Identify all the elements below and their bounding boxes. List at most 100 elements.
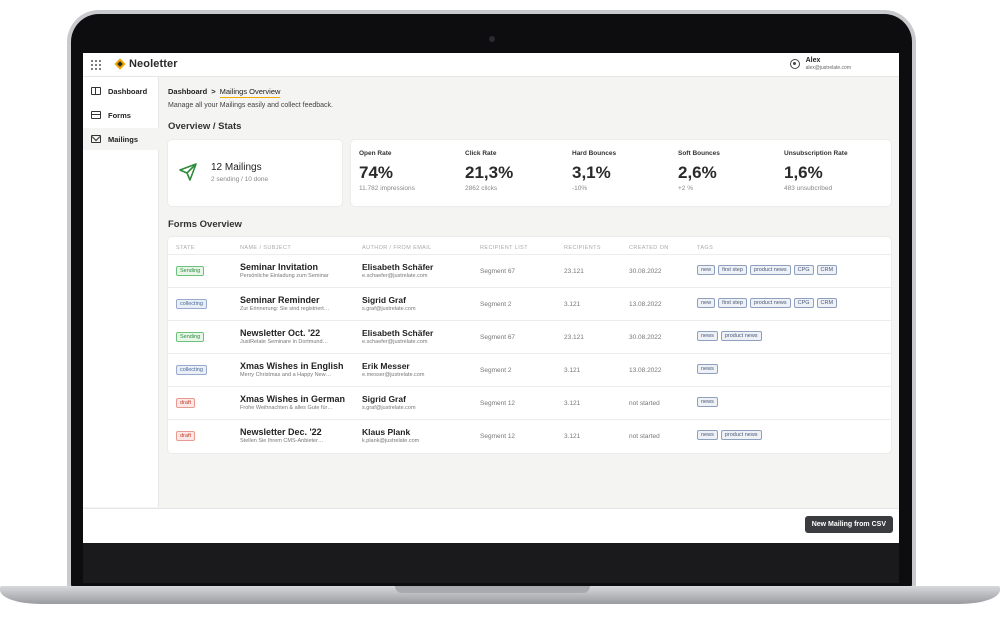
table-row[interactable]: Sending Seminar Invitation Persönliche Ein…: [168, 254, 891, 287]
tag-badge[interactable]: new: [697, 265, 716, 275]
author-email: k.plank@justrelate.com: [362, 438, 420, 444]
tag-badge[interactable]: first step: [718, 265, 747, 275]
stat-label: Soft Bounces: [678, 150, 720, 157]
stat-sub: 2862 clicks: [465, 185, 498, 192]
table-row[interactable]: Sending Newsletter Oct. '22 JustRelate Sem…: [168, 320, 891, 353]
mailing-name[interactable]: Newsletter Dec. '22 Stellen Sie Ihrem CMS…: [240, 427, 358, 444]
tag-badge[interactable]: new: [697, 298, 716, 308]
tag-badge[interactable]: product news: [749, 265, 791, 275]
logo[interactable]: Neoletter: [115, 58, 178, 70]
mailing-subject: Zur Erinnerung: Sie sind registriert…: [240, 306, 330, 312]
author-email: s.graf@justrelate.com: [362, 405, 416, 411]
stat-value: 1,6%: [784, 163, 823, 182]
table-row[interactable]: collecting Xmas Wishes in English Merry Ch…: [168, 353, 891, 386]
tag-badge[interactable]: CPG: [793, 298, 814, 308]
status-badge: collecting: [176, 299, 207, 309]
mailing-title: Seminar Reminder: [240, 295, 320, 305]
column-header[interactable]: CREATED ON: [629, 245, 669, 251]
stat-sub: -10%: [572, 185, 588, 192]
column-header[interactable]: NAME / SUBJECT: [240, 245, 291, 251]
send-icon: [179, 163, 197, 181]
status-badge: collecting: [176, 365, 207, 375]
tag-badge[interactable]: product news: [720, 331, 762, 341]
tag-badge[interactable]: news: [697, 331, 718, 341]
mailings-table: STATE NAME / SUBJECT AUTHOR / FROM EMAIL…: [168, 237, 891, 453]
mailing-author: Sigrid Graf s.graf@justrelate.com: [362, 394, 477, 411]
mailing-name[interactable]: Newsletter Oct. '22 JustRelate Seminare i…: [240, 328, 358, 345]
mailing-name[interactable]: Xmas Wishes in English Merry Christmas an…: [240, 361, 358, 378]
tag-list: news: [697, 364, 718, 374]
tag-badge[interactable]: CPG: [793, 265, 814, 275]
sidebar-item-forms[interactable]: Forms: [83, 104, 159, 126]
user-menu[interactable]: Alex alex@justrelate.com: [789, 57, 851, 71]
mail-icon: [91, 135, 101, 143]
tag-badge[interactable]: CRM: [816, 298, 838, 308]
column-header[interactable]: STATE: [176, 245, 195, 251]
author-email: s.graf@justrelate.com: [362, 306, 416, 312]
recipients-count: 3.121: [564, 400, 581, 407]
top-bar: Neoletter Alex alex@justrelate.com: [83, 53, 899, 77]
table-row[interactable]: draft Newsletter Dec. '22 Stellen Sie Ihre…: [168, 419, 891, 452]
recipient-list: Segment 12: [480, 433, 516, 440]
tag-list: news: [697, 397, 718, 407]
mailing-author: Klaus Plank k.plank@justrelate.com: [362, 427, 477, 444]
stat-sub: 11.782 impressions: [359, 185, 415, 192]
created-date: 13.08.2022: [629, 301, 662, 308]
author-name: Sigrid Graf: [362, 295, 406, 305]
stat-unsubscription-rate: Unsubscription Rate 1,6% 483 unsubcribed: [784, 150, 890, 192]
column-header[interactable]: TAGS: [697, 245, 713, 251]
recipient-list: Segment 2: [480, 301, 512, 308]
stat-label: Open Rate: [359, 150, 392, 157]
tag-badge[interactable]: news: [697, 364, 718, 374]
mailing-title: Xmas Wishes in German: [240, 394, 345, 404]
breadcrumb-current: Mailings Overview: [219, 87, 281, 98]
breadcrumb-separator: >: [211, 87, 216, 96]
mailing-subject: Stellen Sie Ihrem CMS-Anbieter…: [240, 438, 324, 444]
tag-badge[interactable]: news: [697, 397, 718, 407]
stat-soft-bounces: Soft Bounces 2,6% +2 %: [678, 150, 784, 192]
stat-hard-bounces: Hard Bounces 3,1% -10%: [572, 150, 678, 192]
author-name: Klaus Plank: [362, 427, 411, 437]
recipients-count: 23.121: [564, 268, 584, 275]
created-date: 30.08.2022: [629, 334, 662, 341]
mailing-title: Xmas Wishes in English: [240, 361, 344, 371]
mailing-name[interactable]: Xmas Wishes in German Frohe Weihnachten &…: [240, 394, 358, 411]
tag-badge[interactable]: first step: [718, 298, 747, 308]
tag-badge[interactable]: CRM: [816, 265, 838, 275]
mailing-title: Newsletter Dec. '22: [240, 427, 322, 437]
stat-sub: +2 %: [678, 185, 693, 192]
tag-list: news product news: [697, 331, 762, 341]
table-row[interactable]: draft Xmas Wishes in German Frohe Weihnach…: [168, 386, 891, 419]
mailing-name[interactable]: Seminar Reminder Zur Erinnerung: Sie sind…: [240, 295, 358, 312]
tag-list: new first step product news CPG CRM: [697, 298, 838, 308]
recipients-count: 23.121: [564, 334, 584, 341]
author-email: e.messer@justrelate.com: [362, 372, 425, 378]
created-date: 13.08.2022: [629, 367, 662, 374]
breadcrumb-root[interactable]: Dashboard: [168, 87, 207, 98]
mailings-summary-card: 12 Mailings 2 sending / 10 done: [168, 140, 342, 206]
new-mailing-csv-button[interactable]: New Mailing from CSV: [804, 516, 893, 533]
page-subtitle: Manage all your Mailings easily and coll…: [168, 102, 333, 109]
mailing-name[interactable]: Seminar Invitation Persönliche Einladung …: [240, 262, 358, 279]
column-header[interactable]: RECIPIENTS: [564, 245, 601, 251]
stat-sub: 483 unsubcribed: [784, 185, 833, 192]
column-header[interactable]: AUTHOR / FROM EMAIL: [362, 245, 432, 251]
mailing-title: Seminar Invitation: [240, 262, 319, 272]
app-grid-icon[interactable]: [91, 60, 101, 70]
mailing-author: Elisabeth Schäfer e.schaefer@justrelate.c…: [362, 262, 477, 279]
tag-badge[interactable]: product news: [720, 430, 762, 440]
recipients-count: 3.121: [564, 301, 581, 308]
camera-icon: [489, 36, 495, 42]
logo-icon: [115, 59, 126, 70]
author-name: Elisabeth Schäfer: [362, 262, 434, 272]
sidebar-item-dashboard[interactable]: Dashboard: [83, 80, 159, 102]
mailings-status: 2 sending / 10 done: [211, 176, 269, 183]
table-row[interactable]: collecting Seminar Reminder Zur Erinnerung…: [168, 287, 891, 320]
column-header[interactable]: RECIPIENT LIST: [480, 245, 528, 251]
tag-badge[interactable]: news: [697, 430, 718, 440]
tag-badge[interactable]: product news: [749, 298, 791, 308]
sidebar-item-label: Mailings: [108, 134, 139, 144]
author-email: e.schaefer@justrelate.com: [362, 339, 428, 345]
created-date: not started: [629, 400, 660, 407]
sidebar-item-mailings[interactable]: Mailings: [83, 128, 159, 150]
